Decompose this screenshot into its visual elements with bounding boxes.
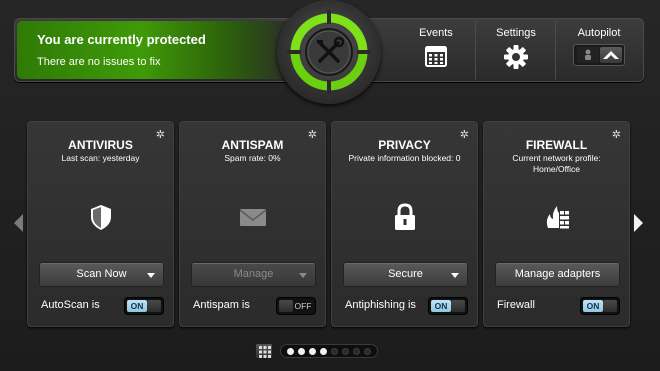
manage-dropdown[interactable]: Manage <box>191 262 316 287</box>
page-dot[interactable] <box>298 348 305 355</box>
grid-view-button[interactable] <box>255 343 273 359</box>
autopilot-label: Autopilot <box>577 27 621 39</box>
card-subtitle: Private information blocked: 0 <box>348 153 461 163</box>
page-dot[interactable] <box>309 348 316 355</box>
caret-down-icon <box>451 273 459 278</box>
firewall-toggle[interactable]: ON <box>580 297 620 315</box>
person-icon <box>585 49 591 60</box>
status-subtitle: There are no issues to fix <box>37 56 161 68</box>
autopilot-toggle[interactable] <box>573 44 625 66</box>
action-label: Manage adapters <box>514 268 601 280</box>
action-label: Secure <box>388 268 423 280</box>
secure-dropdown[interactable]: Secure <box>343 262 468 287</box>
status-title: You are currently protected <box>37 32 206 47</box>
padlock-icon <box>395 203 415 230</box>
page-dot[interactable] <box>331 348 338 355</box>
toggle-state: ON <box>583 300 603 312</box>
scan-now-dropdown[interactable]: Scan Now <box>39 262 164 287</box>
card-title: ANTIVIRUS <box>68 138 133 152</box>
divider <box>475 20 476 80</box>
settings-button[interactable]: Settings <box>477 18 555 82</box>
firewall-icon <box>546 206 569 229</box>
calendar-icon <box>425 46 447 67</box>
card-title: FIREWALL <box>525 138 588 152</box>
events-button[interactable]: Events <box>398 18 474 82</box>
grid-icon <box>259 346 271 358</box>
toggle-label: Antispam is <box>193 299 250 311</box>
page-indicator[interactable] <box>280 344 378 358</box>
card-subtitle: Last scan: yesterday <box>61 153 140 163</box>
page-dot[interactable] <box>364 348 371 355</box>
status-panel[interactable]: You are currently protected There are no… <box>17 21 293 79</box>
page-dot[interactable] <box>342 348 349 355</box>
antispam-card: ✲ ANTISPAM Spam rate: 0% Manage Antispam… <box>179 121 326 327</box>
toggle-label: AutoScan is <box>41 299 100 311</box>
toggle-knob <box>279 300 293 312</box>
card-subtitle: Spam rate: 0% <box>224 153 281 163</box>
card-subtitle: Current network profile: Home/Office <box>512 153 601 174</box>
page-dot[interactable] <box>353 348 360 355</box>
tools-icon <box>317 36 345 63</box>
toggle-label: Firewall <box>497 299 535 311</box>
card-title: ANTISPAM <box>221 138 284 152</box>
events-label: Events <box>419 27 453 39</box>
firewall-card: ✲ FIREWALL Current network profile: Home… <box>483 121 630 327</box>
toggle-state: OFF <box>294 301 312 311</box>
antispam-toggle[interactable]: OFF <box>276 297 316 315</box>
toggle-knob <box>451 300 465 312</box>
autopilot-on-segment[interactable] <box>600 47 622 63</box>
autopilot-off-segment[interactable] <box>577 47 599 63</box>
toggle-label: Antiphishing is <box>345 299 416 311</box>
app-window: You are currently protected There are no… <box>0 0 660 371</box>
page-dot[interactable] <box>287 348 294 355</box>
envelope-icon <box>239 209 267 226</box>
gear-icon <box>504 45 528 69</box>
autoscan-toggle[interactable]: ON <box>124 297 164 315</box>
status-dial[interactable] <box>277 0 381 104</box>
page-dot[interactable] <box>320 348 327 355</box>
autopilot-control: Autopilot <box>557 18 641 82</box>
privacy-card: ✲ PRIVACY Private information blocked: 0… <box>331 121 478 327</box>
divider <box>555 20 556 80</box>
action-label: Scan Now <box>76 268 127 280</box>
plane-icon <box>603 51 619 59</box>
action-label: Manage <box>233 268 274 280</box>
antivirus-card: ✲ ANTIVIRUS Last scan: yesterday Scan No… <box>27 121 174 327</box>
card-title: PRIVACY <box>378 138 431 152</box>
shield-icon <box>91 205 111 230</box>
toggle-state: ON <box>127 300 147 312</box>
toggle-state: ON <box>431 300 451 312</box>
toggle-knob <box>603 300 617 312</box>
toggle-knob <box>147 300 161 312</box>
manage-adapters-button[interactable]: Manage adapters <box>495 262 620 287</box>
caret-down-icon <box>299 273 307 278</box>
previous-arrow-icon[interactable] <box>14 214 23 232</box>
settings-label: Settings <box>496 27 536 39</box>
antiphishing-toggle[interactable]: ON <box>428 297 468 315</box>
next-arrow-icon[interactable] <box>634 214 643 232</box>
caret-down-icon <box>147 273 155 278</box>
